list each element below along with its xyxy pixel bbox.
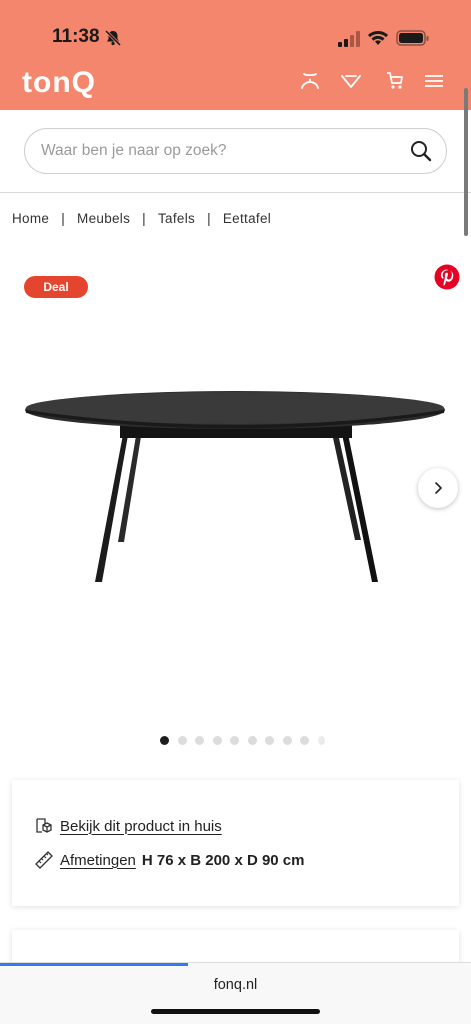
pinterest-icon[interactable] bbox=[434, 264, 460, 290]
carousel-dot[interactable] bbox=[265, 736, 274, 745]
breadcrumb-tafels[interactable]: Tafels bbox=[158, 211, 195, 226]
home-indicator[interactable] bbox=[151, 1009, 320, 1014]
search-input[interactable] bbox=[41, 129, 401, 173]
view-in-home-label: Bekijk dit product in huis bbox=[60, 817, 222, 835]
dimensions-label[interactable]: Afmetingen bbox=[60, 852, 136, 869]
carousel-dot[interactable] bbox=[317, 736, 325, 745]
bell-slash-icon bbox=[104, 29, 122, 47]
deal-badge: Deal bbox=[24, 276, 88, 298]
carousel-dot[interactable] bbox=[247, 736, 257, 745]
dimensions-value: H 76 x B 200 x D 90 cm bbox=[141, 851, 305, 869]
breadcrumb-separator: | bbox=[207, 211, 211, 226]
carousel-dot[interactable] bbox=[195, 736, 204, 745]
wishlist-icon[interactable] bbox=[340, 70, 362, 92]
header-divider bbox=[0, 192, 471, 193]
ruler-icon bbox=[35, 851, 53, 869]
carousel-dot[interactable] bbox=[300, 736, 309, 745]
battery-icon bbox=[396, 30, 429, 46]
wifi-icon bbox=[368, 31, 388, 45]
browser-bottom-bar: fonq.nl bbox=[0, 962, 471, 1024]
menu-icon[interactable] bbox=[423, 70, 445, 92]
app-header: tonQ bbox=[0, 58, 471, 110]
chevron-right-icon bbox=[435, 482, 442, 494]
product-info-card: Bekijk dit product in huis Afmetingen H … bbox=[12, 780, 459, 906]
carousel-dots bbox=[160, 736, 333, 745]
dimensions-row: Afmetingen H 76 x B 200 x D 90 cm bbox=[34, 850, 305, 870]
breadcrumb-separator: | bbox=[61, 211, 66, 226]
search-bar bbox=[24, 128, 447, 174]
cube-icon bbox=[36, 818, 52, 833]
carousel-dot[interactable] bbox=[160, 736, 169, 745]
carousel-dot[interactable] bbox=[212, 736, 222, 745]
carousel-dot[interactable] bbox=[177, 736, 187, 745]
breadcrumb-meubels[interactable]: Meubels bbox=[77, 211, 130, 226]
view-in-home-link[interactable]: Bekijk dit product in huis bbox=[34, 816, 222, 836]
cart-icon[interactable] bbox=[383, 70, 405, 92]
signal-icon bbox=[338, 31, 360, 47]
next-image-button[interactable] bbox=[418, 468, 458, 508]
address-bar-url[interactable]: fonq.nl bbox=[0, 977, 471, 993]
account-icon[interactable] bbox=[299, 70, 321, 92]
breadcrumb: Home | Meubels | Tafels | Eettafel bbox=[12, 211, 271, 226]
search-icon[interactable] bbox=[410, 140, 432, 162]
scrollbar[interactable] bbox=[464, 88, 468, 236]
product-image-dining-table[interactable] bbox=[20, 380, 450, 600]
breadcrumb-separator: | bbox=[142, 211, 146, 226]
tonq-logo[interactable]: tonQ bbox=[22, 66, 96, 100]
status-time: 11:38 bbox=[52, 26, 100, 47]
page-load-progress bbox=[0, 963, 189, 966]
carousel-dot[interactable] bbox=[230, 736, 239, 745]
breadcrumb-eettafel[interactable]: Eettafel bbox=[223, 211, 271, 226]
breadcrumb-home[interactable]: Home bbox=[12, 211, 49, 226]
status-bar: 11:38 bbox=[0, 0, 471, 58]
carousel-dot[interactable] bbox=[282, 736, 292, 745]
